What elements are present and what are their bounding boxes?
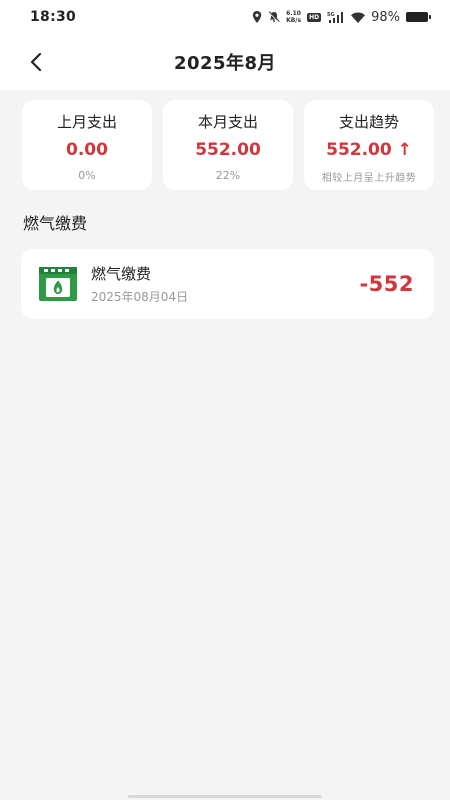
status-bar: 18:30 6.10 KB/s HD 5G 98% — [0, 0, 450, 34]
gas-stove-icon — [39, 267, 77, 301]
signal-icon: 5G — [327, 12, 344, 23]
summary-row: 上月支出 0.00 0% 本月支出 552.00 22% 支出趋势 552.00… — [0, 90, 450, 190]
home-indicator[interactable] — [128, 795, 322, 798]
record-amount: -552 — [359, 272, 414, 296]
net-speed-unit: KB/s — [286, 17, 302, 24]
summary-percent: 22% — [215, 169, 241, 182]
trend-description: 相较上月呈上升趋势 — [321, 173, 417, 184]
chevron-left-icon — [30, 52, 42, 72]
net-speed-value: 6.10 — [286, 10, 301, 17]
net-speed: 6.10 KB/s — [286, 10, 301, 24]
status-icons: 6.10 KB/s HD 5G 98% — [252, 9, 431, 25]
summary-card-this-month: 本月支出 552.00 22% — [163, 100, 293, 190]
battery-icon — [406, 12, 431, 22]
summary-card-last-month: 上月支出 0.00 0% — [22, 100, 152, 190]
summary-percent: 0% — [78, 169, 96, 182]
nav-bar: 2025年8月 — [0, 34, 450, 90]
page-title: 2025年8月 — [173, 53, 277, 74]
back-button[interactable] — [20, 46, 52, 78]
record-info: 燃气缴费 2025年08月04日 — [91, 263, 188, 305]
trend-value: 552.00 — [326, 140, 392, 160]
list-item[interactable]: 燃气缴费 2025年08月04日 -552 — [21, 249, 434, 319]
location-icon — [252, 11, 262, 23]
summary-label: 支出趋势 — [338, 113, 399, 131]
record-date: 2025年08月04日 — [91, 290, 189, 304]
record-name: 燃气缴费 — [91, 265, 152, 283]
wifi-icon — [351, 12, 366, 23]
summary-value: 0.00 — [66, 140, 108, 160]
trend-value-row: 552.00 ↑ — [326, 140, 412, 160]
mute-bell-icon — [268, 11, 280, 23]
trend-up-arrow-icon: ↑ — [397, 140, 412, 160]
status-time: 18:30 — [30, 9, 77, 25]
summary-label: 上月支出 — [56, 113, 117, 131]
hd-badge: HD — [307, 12, 322, 22]
network-label: 5G — [327, 12, 335, 18]
summary-card-trend: 支出趋势 552.00 ↑ 相较上月呈上升趋势 — [304, 100, 434, 190]
section-title: 燃气缴费 — [23, 214, 88, 233]
summary-value: 552.00 — [195, 140, 261, 160]
battery-percent: 98% — [371, 9, 400, 25]
summary-label: 本月支出 — [197, 113, 258, 131]
